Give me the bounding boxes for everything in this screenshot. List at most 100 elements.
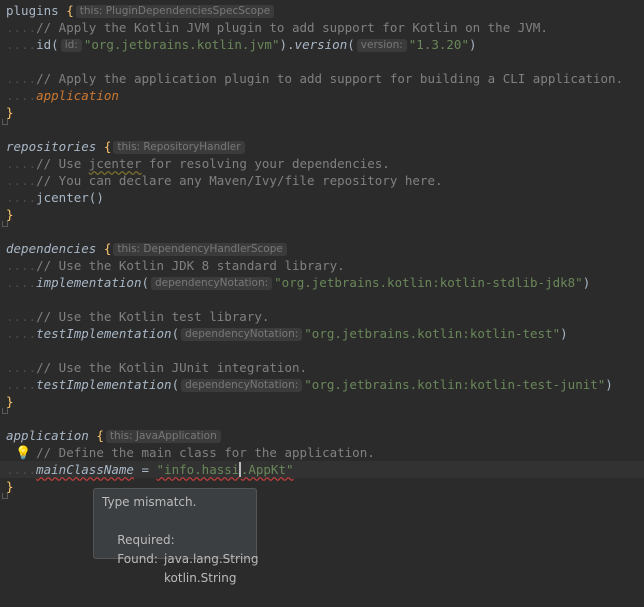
code-editor[interactable]: plugins { this: PluginDependenciesSpecSco… xyxy=(0,0,644,570)
tooltip-required-value: java.lang.String xyxy=(164,552,259,566)
code-identifier-error: mainClassName xyxy=(36,462,134,477)
code-identifier: dependencies xyxy=(6,241,97,256)
tooltip-found-label: Found: xyxy=(117,552,158,566)
parameter-hint: this: DependencyHandlerScope xyxy=(113,243,287,256)
code-line[interactable]: ....// Apply the Kotlin JVM plugin to ad… xyxy=(0,19,644,36)
code-line[interactable]: ....// Use the Kotlin JUnit integration. xyxy=(0,359,644,376)
code-string-error: .AppKt" xyxy=(240,462,294,477)
parameter-hint: this: PluginDependenciesSpecScope xyxy=(75,5,275,18)
code-string: "org.jetbrains.kotlin:kotlin-stdlib-jdk8… xyxy=(274,275,583,290)
indent-guide: .... xyxy=(6,71,37,86)
indent-guide: .... xyxy=(6,462,37,477)
code-string: "org.jetbrains.kotlin:kotlin-test" xyxy=(304,326,561,341)
code-line[interactable]: ....implementation(dependencyNotation: "o… xyxy=(0,274,644,291)
code-line[interactable]: ....// Use jcenter for resolving your de… xyxy=(0,155,644,172)
code-comment: for resolving your dependencies. xyxy=(141,156,390,171)
code-text: jcenter() xyxy=(36,190,104,205)
parameter-hint: version: xyxy=(356,39,407,52)
code-line[interactable]: plugins {this: PluginDependenciesSpecSco… xyxy=(0,2,644,19)
tooltip-found-row: Found: kotlin.String xyxy=(102,531,236,585)
code-line[interactable]: ....testImplementation(dependencyNotatio… xyxy=(0,376,644,393)
code-line[interactable]: } xyxy=(0,104,644,121)
lightbulb-icon[interactable]: 💡 xyxy=(15,447,31,461)
code-identifier: testImplementation xyxy=(36,377,172,392)
fold-marker-icon[interactable] xyxy=(2,493,8,499)
parameter-hint: dependencyNotation: xyxy=(181,379,303,392)
code-line[interactable]: application {this: JavaApplication xyxy=(0,427,644,444)
code-line[interactable]: } xyxy=(0,206,644,223)
code-text: ( xyxy=(141,275,149,290)
code-comment: // Apply the Kotlin JVM plugin to add su… xyxy=(36,20,548,35)
code-comment: // Use xyxy=(36,156,89,171)
code-line[interactable]: repositories {this: RepositoryHandler xyxy=(0,138,644,155)
code-line[interactable]: ....jcenter() xyxy=(0,189,644,206)
tooltip-title: Type mismatch. xyxy=(102,495,197,509)
fold-marker-icon[interactable] xyxy=(2,119,8,125)
code-text: ) xyxy=(560,326,568,341)
code-line[interactable]: ....id(id: "org.jetbrains.kotlin.jvm").ve… xyxy=(0,36,644,53)
code-text: ( xyxy=(347,37,355,52)
code-string: "org.jetbrains.kotlin:kotlin-test-junit" xyxy=(304,377,606,392)
code-text: ) xyxy=(468,37,477,52)
parameter-hint: dependencyNotation: xyxy=(151,277,273,290)
code-brace: } xyxy=(6,479,14,494)
indent-guide: .... xyxy=(6,173,37,188)
tooltip-found-value: kotlin.String xyxy=(164,571,237,585)
indent-guide: .... xyxy=(6,190,37,205)
code-comment: // Use the Kotlin JUnit integration. xyxy=(36,360,308,375)
code-comment-spelling: jcenter xyxy=(88,156,142,171)
code-line[interactable] xyxy=(0,53,644,70)
code-identifier: testImplementation xyxy=(36,326,172,341)
code-text: ) xyxy=(582,275,591,290)
indent-guide: .... xyxy=(6,88,37,103)
code-line[interactable]: ....// Apply the application plugin to a… xyxy=(0,70,644,87)
code-brace: } xyxy=(6,394,14,409)
code-line[interactable] xyxy=(0,121,644,138)
code-brace: } xyxy=(6,207,14,222)
code-text: = xyxy=(133,462,157,477)
code-line[interactable]: ....testImplementation(dependencyNotatio… xyxy=(0,325,644,342)
code-text: plugins xyxy=(6,3,67,18)
indent-guide: .... xyxy=(6,326,37,341)
code-line[interactable] xyxy=(0,223,644,240)
code-identifier: application xyxy=(6,428,89,443)
code-identifier: version xyxy=(294,37,348,52)
type-mismatch-tooltip: Type mismatch. Required: java.lang.Strin… xyxy=(93,488,259,585)
tooltip-required-row: Required: java.lang.String xyxy=(102,512,258,566)
code-line[interactable]: ....// Use the Kotlin test library. xyxy=(0,308,644,325)
indent-guide: .... xyxy=(6,20,37,35)
indent-guide: .... xyxy=(6,377,37,392)
fold-marker-icon[interactable] xyxy=(2,408,8,414)
fold-marker-icon[interactable] xyxy=(2,221,8,227)
indent-guide: .... xyxy=(6,37,37,52)
code-line[interactable]: ....application xyxy=(0,87,644,104)
code-keyword: application xyxy=(36,88,119,103)
indent-guide: .... xyxy=(6,275,37,290)
code-string: "org.jetbrains.kotlin.jvm" xyxy=(83,37,280,52)
code-text: ) xyxy=(605,377,613,392)
code-brace: { xyxy=(103,241,112,256)
indent-guide: .... xyxy=(6,156,37,171)
code-line[interactable]: ....mainClassName = "info.hassi .AppKt" xyxy=(0,461,644,478)
code-line[interactable]: dependencies {this: DependencyHandlerSco… xyxy=(0,240,644,257)
code-line[interactable] xyxy=(0,410,644,427)
parameter-hint: this: JavaApplication xyxy=(105,430,221,443)
code-comment: // You can declare any Maven/Ivy/file re… xyxy=(36,173,443,188)
code-line[interactable]: // Define the main class for the applica… xyxy=(0,444,644,461)
code-comment: // Use the Kotlin JDK 8 standard library… xyxy=(36,258,345,273)
code-line[interactable]: } xyxy=(0,393,644,410)
code-comment: // Define the main class for the applica… xyxy=(36,445,375,460)
code-string-error: "info.hassi xyxy=(156,462,240,477)
code-comment: // Apply the application plugin to add s… xyxy=(36,71,624,86)
code-line[interactable] xyxy=(0,291,644,308)
code-line[interactable] xyxy=(0,342,644,359)
code-identifier: implementation xyxy=(36,275,142,290)
parameter-hint: dependencyNotation: xyxy=(181,328,303,341)
code-brace: { xyxy=(96,428,104,443)
code-line[interactable]: ....// Use the Kotlin JDK 8 standard lib… xyxy=(0,257,644,274)
code-line[interactable]: ....// You can declare any Maven/Ivy/fil… xyxy=(0,172,644,189)
code-text: ( xyxy=(171,377,180,392)
indent-guide: .... xyxy=(6,258,37,273)
